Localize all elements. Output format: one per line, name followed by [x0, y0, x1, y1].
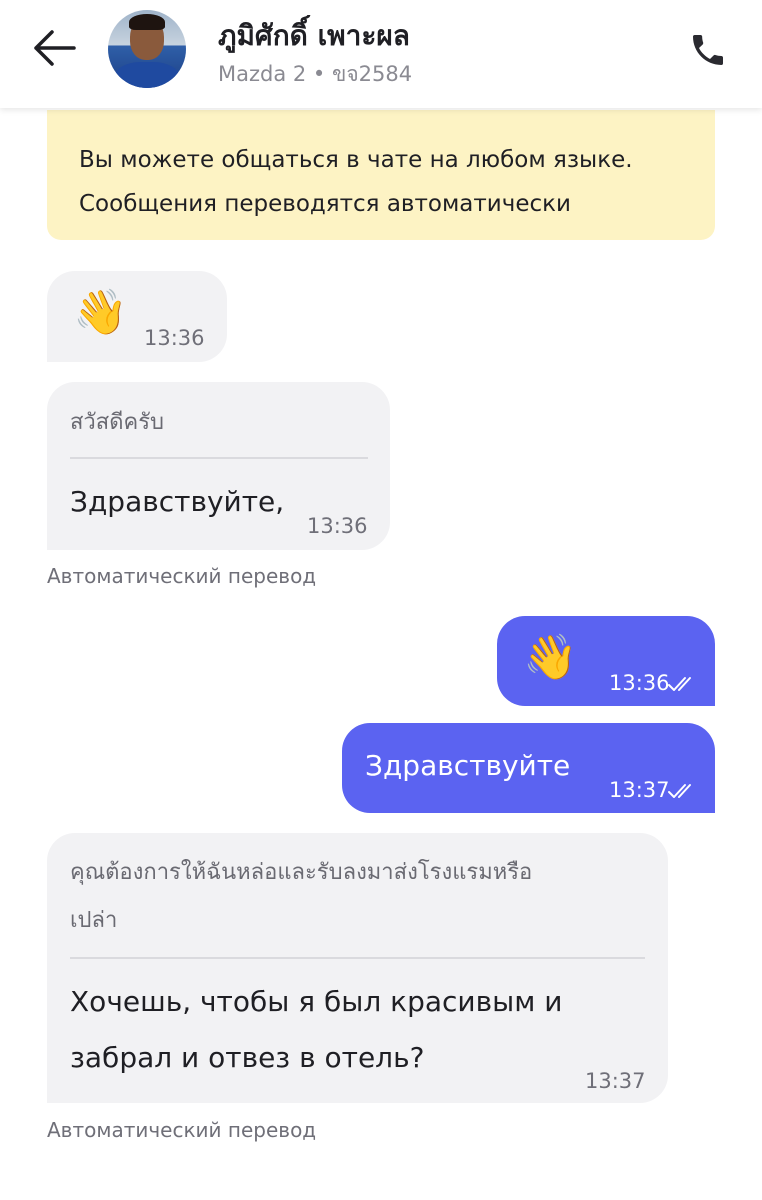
message-outgoing-emoji[interactable]: 👋 13:36 — [497, 616, 715, 706]
message-time: 13:36 — [144, 326, 205, 350]
message-time: 13:37 — [609, 778, 670, 802]
auto-translation-note: Автоматический перевод — [47, 1118, 317, 1142]
message-incoming-translated[interactable]: คุณต้องการให้ฉันหล่อและรับลงมาส่งโรงแรมห… — [47, 833, 668, 1103]
contact-name[interactable]: ภูมิศักดิ์ เพาะผล — [218, 14, 410, 58]
waving-hand-emoji: 👋 — [73, 287, 128, 338]
notice-line-2: Сообщения переводятся автоматически — [79, 191, 571, 217]
original-text-line-1: คุณต้องการให้ฉันหล่อและรับลงมาส่งโรงแรมห… — [70, 860, 533, 885]
translated-text-line-2: забрал и отвез в отель? — [70, 1041, 425, 1074]
translated-text: Здравствуйте, — [70, 485, 285, 518]
message-outgoing-text[interactable]: Здравствуйте 13:37 — [342, 723, 715, 813]
avatar-shirt — [114, 62, 180, 88]
avatar[interactable] — [108, 10, 186, 88]
back-button[interactable] — [30, 28, 78, 68]
arrow-left-icon — [34, 30, 76, 66]
original-text-line-2: เปล่า — [70, 908, 118, 933]
waving-hand-emoji: 👋 — [523, 632, 578, 683]
auto-translation-note: Автоматический перевод — [47, 564, 317, 588]
chat-header: ภูมิศักดิ์ เพาะผล Mazda 2 • ขจ2584 — [0, 0, 762, 108]
original-text: สวัสดีครับ — [70, 410, 164, 435]
message-time: 13:37 — [585, 1069, 646, 1093]
translation-notice: Вы можете общаться в чате на любом языке… — [47, 110, 715, 240]
notice-line-1: Вы можете общаться в чате на любом языке… — [79, 147, 633, 173]
phone-icon — [693, 35, 723, 65]
car-info: Mazda 2 • ขจ2584 — [218, 62, 413, 86]
message-incoming-emoji[interactable]: 👋 13:36 — [47, 271, 227, 362]
translation-divider — [70, 457, 368, 459]
double-check-icon — [668, 677, 691, 691]
message-incoming-translated[interactable]: สวัสดีครับ Здравствуйте, 13:36 — [47, 382, 390, 550]
message-time: 13:36 — [307, 514, 368, 538]
message-text: Здравствуйте — [365, 749, 571, 782]
call-button[interactable] — [688, 30, 728, 70]
translation-divider — [70, 957, 645, 959]
translated-text-line-1: Хочешь, чтобы я был красивым и — [70, 985, 563, 1018]
avatar-hair — [129, 14, 165, 30]
double-check-icon — [668, 784, 691, 798]
message-time: 13:36 — [609, 671, 670, 695]
